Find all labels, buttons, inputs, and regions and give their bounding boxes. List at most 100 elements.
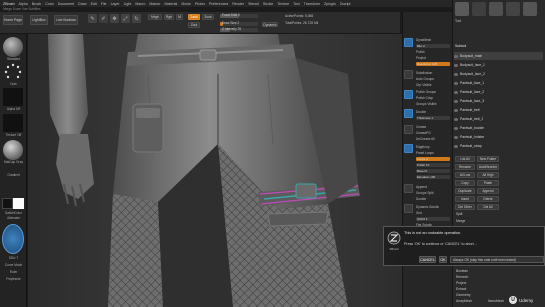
rotate-icon[interactable]: ↻ bbox=[132, 14, 141, 23]
smt-label[interactable]: Smt bbox=[416, 211, 422, 215]
visibility-icon[interactable] bbox=[454, 99, 458, 103]
tool-thumbnail-4[interactable] bbox=[506, 2, 520, 16]
z-intensity-slider[interactable]: Z Intensity 25 bbox=[220, 27, 258, 32]
resolution-slider[interactable]: Resolution 128 bbox=[416, 62, 450, 66]
crease-button[interactable] bbox=[404, 125, 413, 134]
stroke-thumbnail[interactable] bbox=[3, 62, 23, 82]
new-folder-button[interactable]: New Folder bbox=[477, 156, 499, 162]
menu-item[interactable]: Stroke bbox=[263, 2, 273, 6]
switch-color-label[interactable]: SwitchColor bbox=[1, 211, 26, 215]
focal-shift-slider[interactable]: Focal Shift 0 bbox=[220, 13, 258, 18]
always-ok-button[interactable]: Always OK (skip this note until next res… bbox=[450, 256, 544, 263]
bevel-slider[interactable]: Bevel 0 bbox=[416, 169, 450, 173]
polyframe-label[interactable]: Polyframe bbox=[1, 277, 26, 281]
subtool-row[interactable]: Pantsuit_holster bbox=[454, 133, 543, 141]
subtool-row[interactable]: Pantsuit_belt bbox=[454, 106, 543, 114]
auto-groups-label[interactable]: Auto Groups bbox=[416, 77, 434, 81]
project-label[interactable]: Project bbox=[456, 281, 466, 285]
creasepg-label[interactable]: CreasePG bbox=[416, 131, 431, 135]
copy-button[interactable]: Copy bbox=[455, 180, 475, 186]
draw-icon[interactable]: ✐ bbox=[99, 14, 108, 23]
blur-slider[interactable]: Blur 2 bbox=[416, 44, 450, 48]
menu-item[interactable]: File bbox=[101, 2, 107, 6]
menu-item[interactable]: Layer bbox=[111, 2, 120, 6]
menu-item[interactable]: Transform bbox=[304, 2, 320, 6]
paste-button[interactable]: Paste bbox=[477, 180, 499, 186]
polish-label[interactable]: Polish bbox=[416, 50, 425, 54]
auto-reorder-button[interactable]: AutoReorder bbox=[477, 164, 499, 170]
visibility-icon[interactable] bbox=[454, 108, 458, 112]
ok-button[interactable]: OK bbox=[439, 256, 447, 263]
subtool-row[interactable]: Pantsuit_strap bbox=[454, 142, 543, 150]
live-boolean-button[interactable]: Live Boolean bbox=[54, 15, 78, 25]
subtool-row[interactable]: Pantsuit_lace_2 bbox=[454, 88, 543, 96]
polish-crisp-label[interactable]: Polish Crisp bbox=[416, 96, 433, 100]
menu-item[interactable]: Macro bbox=[135, 2, 145, 6]
home-page-button[interactable]: Home Page bbox=[3, 15, 23, 25]
visibility-icon[interactable] bbox=[454, 72, 458, 76]
rename-button[interactable]: Rename bbox=[455, 164, 475, 170]
project-label[interactable]: Project bbox=[416, 56, 426, 60]
subdivision-button[interactable] bbox=[404, 70, 413, 79]
extract-label[interactable]: Extract bbox=[456, 287, 466, 291]
edgeloop-toggle[interactable] bbox=[404, 144, 413, 153]
visibility-icon[interactable] bbox=[454, 135, 458, 139]
panel-loops-label[interactable]: Panel Loops bbox=[416, 151, 434, 155]
qgrid-slider[interactable]: QGrid 1 bbox=[416, 217, 450, 221]
dynamic-subdiv-button[interactable] bbox=[404, 204, 413, 213]
menu-item[interactable]: Zscript bbox=[340, 2, 351, 6]
ruler-label[interactable]: Ruler bbox=[1, 270, 26, 274]
merge-label[interactable]: Merge bbox=[456, 219, 465, 223]
split-label[interactable]: Split bbox=[456, 212, 462, 216]
boolean-label[interactable]: Boolean bbox=[456, 269, 468, 273]
subtool-row[interactable]: Pantsuit_lace_3 bbox=[454, 97, 543, 105]
subtool-row[interactable]: Bodysuit_lace_1 bbox=[454, 61, 543, 69]
alpha-thumbnail[interactable] bbox=[3, 88, 23, 106]
menu-item[interactable]: Picker bbox=[195, 2, 205, 6]
nanomesh-label[interactable]: NanoMesh bbox=[488, 299, 504, 303]
menu-item[interactable]: Texture bbox=[277, 2, 289, 6]
arraymesh-label[interactable]: ArrayMesh bbox=[456, 299, 472, 303]
double-2-label[interactable]: Double bbox=[416, 197, 426, 201]
elevation-slider[interactable]: Elevation 100 bbox=[416, 175, 450, 179]
visibility-icon[interactable] bbox=[454, 81, 458, 85]
delete-button[interactable]: Delete bbox=[477, 196, 499, 202]
curve-mode-label[interactable]: Curve Mode bbox=[1, 263, 26, 267]
move-icon[interactable]: ✥ bbox=[110, 14, 119, 23]
duplicate-button[interactable]: Duplicate bbox=[455, 188, 475, 194]
menu-item[interactable]: Material bbox=[165, 2, 178, 6]
m-button[interactable]: M bbox=[176, 14, 183, 20]
polish-slider[interactable]: Polish 10 bbox=[416, 163, 450, 167]
append-button[interactable]: Append bbox=[477, 188, 499, 194]
crease-label[interactable]: Crease bbox=[416, 125, 426, 129]
dynamic-button[interactable]: Dynamic bbox=[262, 22, 278, 27]
lightbox-button[interactable]: LightBox bbox=[30, 15, 48, 25]
color-picker-wheel[interactable] bbox=[2, 224, 24, 254]
subtool-row[interactable]: Pantsuit_belt_2 bbox=[454, 115, 543, 123]
subtool-row[interactable]: Bodysuit_lace_2 bbox=[454, 70, 543, 78]
del-all-button[interactable]: Del All bbox=[477, 204, 499, 210]
all-high-button[interactable]: All High bbox=[477, 172, 499, 178]
tool-thumbnail-3[interactable] bbox=[489, 2, 503, 16]
menu-item[interactable]: Zplugin bbox=[324, 2, 336, 6]
zadd-button[interactable]: Zadd bbox=[188, 14, 200, 20]
append-label[interactable]: Append bbox=[416, 185, 427, 189]
menu-item[interactable]: Draw bbox=[78, 2, 86, 6]
menu-item-zbrush[interactable]: ZBrush bbox=[3, 2, 15, 6]
menu-item[interactable]: Light bbox=[124, 2, 132, 6]
groups-visible-label[interactable]: Groups Visible bbox=[416, 102, 437, 106]
subtool-row[interactable]: Bodysuit_main bbox=[454, 52, 543, 60]
brush-thumbnail[interactable] bbox=[3, 37, 23, 57]
thickness-slider[interactable]: Thickness 1 bbox=[416, 116, 450, 120]
alternate-label[interactable]: Alternate bbox=[1, 216, 26, 220]
tool-thumbnail[interactable] bbox=[455, 2, 469, 16]
edit-icon[interactable]: ✎ bbox=[88, 14, 97, 23]
menu-item[interactable]: Alpha bbox=[19, 2, 28, 6]
append-button[interactable] bbox=[404, 184, 413, 193]
menu-item[interactable]: Edit bbox=[91, 2, 97, 6]
material-thumbnail[interactable] bbox=[3, 140, 23, 160]
menu-item[interactable]: Color bbox=[45, 2, 54, 6]
dynamesh-toggle[interactable] bbox=[404, 38, 413, 47]
rgb-button[interactable]: Rgb bbox=[164, 14, 174, 20]
visibility-icon[interactable] bbox=[454, 90, 458, 94]
